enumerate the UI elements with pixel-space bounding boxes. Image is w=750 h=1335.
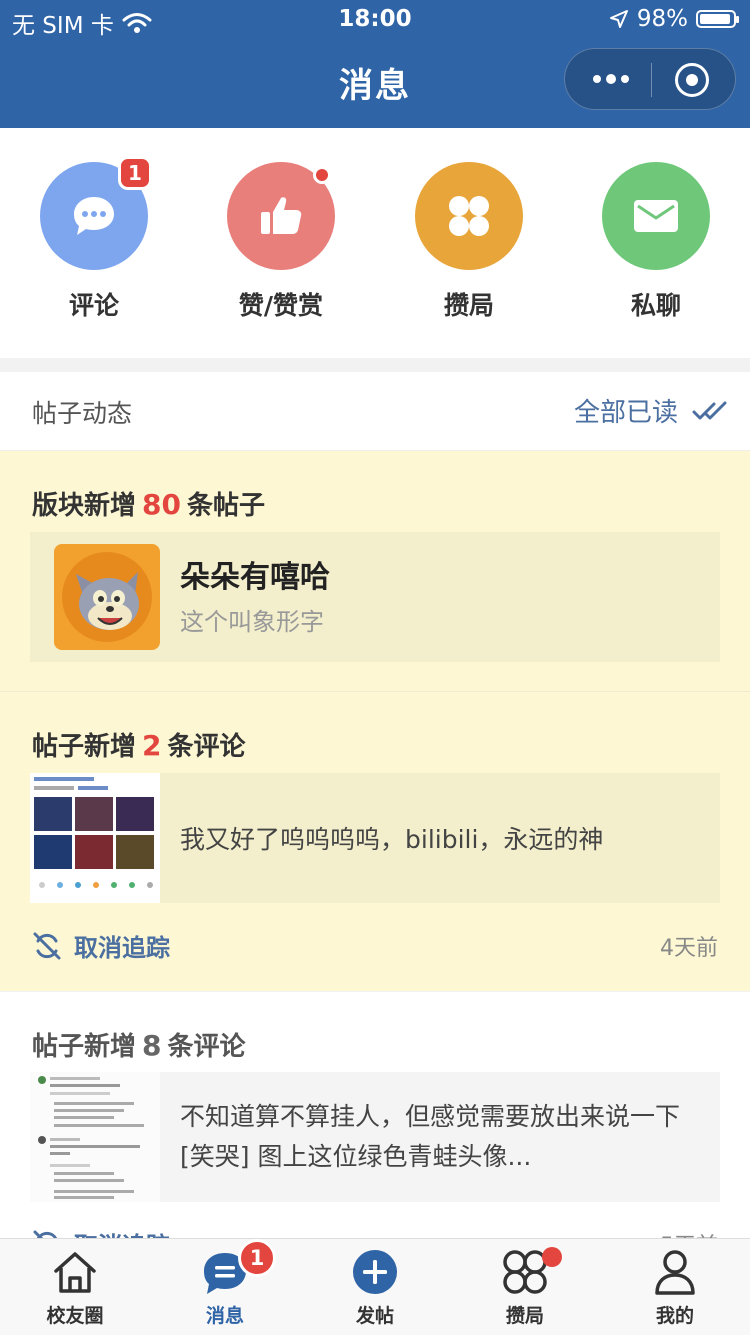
- board-name: 朵朵有嘻哈: [180, 560, 330, 595]
- card-title-suffix: 条评论: [167, 1032, 246, 1062]
- quick-item-likes[interactable]: 赞/赞赏: [227, 162, 335, 322]
- quick-item-gathering[interactable]: 攒局: [415, 162, 523, 322]
- comments-badge: 1: [118, 156, 152, 190]
- tab-gathering[interactable]: 攒局: [450, 1247, 600, 1328]
- battery-percent: 98%: [636, 6, 688, 32]
- capsule-divider: [651, 63, 652, 97]
- likes-circle: [227, 162, 335, 270]
- close-target-icon[interactable]: [675, 63, 709, 97]
- card-title-prefix: 帖子新增: [32, 1032, 137, 1062]
- untrack-sync-icon: [33, 932, 61, 959]
- card-title-suffix: 条帖子: [186, 491, 265, 521]
- post-preview-text: 不知道算不算挂人，但感觉需要放出来说一下[笑哭] 图上这位绿色青蛙头像...: [180, 1102, 681, 1171]
- board-desc: 这个叫象形字: [180, 608, 324, 636]
- card-title-prefix: 帖子新增: [32, 732, 137, 762]
- card-footer: 取消追踪 5天前: [32, 1226, 718, 1238]
- post-activity-header: 帖子动态 全部已读: [0, 372, 750, 451]
- chat-bubble-icon: [74, 197, 114, 235]
- more-icon[interactable]: [587, 59, 635, 99]
- tab-label: 消息: [205, 1305, 244, 1327]
- gathering-circle: [415, 162, 523, 270]
- top-header: 无 SIM 卡 18:00 98% 消息: [0, 0, 750, 128]
- mark-all-read-label: 全部已读: [573, 398, 678, 428]
- tab-me[interactable]: 我的: [600, 1247, 750, 1328]
- tab-messages[interactable]: 1 消息: [150, 1239, 300, 1328]
- post-preview-panel[interactable]: 我又好了呜呜呜呜，bilibili，永远的神: [30, 773, 720, 903]
- quick-label-private-chat: 私聊: [630, 291, 681, 320]
- card-title: 版块新增 80 条帖子: [32, 485, 265, 522]
- time-ago: 5天前: [660, 1228, 718, 1239]
- post-preview-text-wrap: 我又好了呜呜呜呜，bilibili，永远的神: [180, 773, 696, 903]
- card-title-prefix: 版块新增: [32, 491, 137, 521]
- card-count: 80: [142, 488, 181, 521]
- card-title: 帖子新增 8 条评论: [32, 1026, 246, 1063]
- location-arrow-icon: [609, 10, 628, 28]
- cat-cartoon-icon: [62, 552, 152, 642]
- post-new-comments-card-read[interactable]: 帖子新增 8 条评论 不知道算不算挂人，但感觉需要放出来说一下[笑哭] 图上这位绿色…: [0, 992, 750, 1238]
- tab-label: 我的: [655, 1305, 694, 1327]
- quick-label-likes: 赞/赞赏: [238, 291, 324, 320]
- post-preview-text: 我又好了呜呜呜呜，bilibili，永远的神: [180, 825, 604, 854]
- untrack-button[interactable]: 取消追踪: [32, 928, 170, 963]
- messages-tab-badge: 1: [238, 1239, 276, 1277]
- board-avatar: [54, 544, 160, 650]
- double-check-icon: [692, 401, 727, 419]
- status-bar: 无 SIM 卡 18:00 98%: [0, 0, 750, 40]
- quick-label-comments: 评论: [68, 291, 119, 320]
- card-title-suffix: 条评论: [167, 732, 246, 762]
- post-preview-text-wrap: 不知道算不算挂人，但感觉需要放出来说一下[笑哭] 图上这位绿色青蛙头像...: [180, 1072, 696, 1202]
- screenshot-thumbnail-image: [30, 773, 160, 903]
- untrack-sync-icon: [33, 1230, 58, 1238]
- comment-screenshot-thumbnail-image: [30, 1072, 160, 1202]
- board-new-posts-card[interactable]: 版块新增 80 条帖子 朵朵有嘻哈 这个叫象形字: [0, 451, 750, 691]
- section-title: 帖子动态: [32, 399, 133, 428]
- private-chat-circle: [602, 162, 710, 270]
- envelope-icon: [634, 200, 678, 232]
- likes-dot-badge: [313, 166, 331, 184]
- gathering-tab-dot: [542, 1247, 562, 1267]
- person-icon: [655, 1250, 695, 1295]
- plus-circle-icon: [353, 1250, 397, 1294]
- tab-label: 校友圈: [46, 1305, 104, 1327]
- quick-item-private-chat[interactable]: 私聊: [602, 162, 710, 322]
- quick-entry-row: 1 评论 赞/赞赏 攒局 私聊: [0, 128, 750, 358]
- card-title: 帖子新增 2 条评论: [32, 726, 246, 763]
- battery-icon: [696, 10, 739, 28]
- quick-label-gathering: 攒局: [443, 291, 494, 320]
- mini-program-capsule: [564, 48, 736, 110]
- tab-label: 发帖: [355, 1305, 394, 1327]
- card-footer: 取消追踪 4天前: [32, 928, 718, 963]
- post-preview-panel[interactable]: 不知道算不算挂人，但感觉需要放出来说一下[笑哭] 图上这位绿色青蛙头像...: [30, 1072, 720, 1202]
- time-ago: 4天前: [660, 935, 718, 961]
- quick-item-comments[interactable]: 1 评论: [40, 156, 152, 322]
- post-thumbnail: [30, 773, 160, 903]
- comments-circle: 1: [40, 156, 152, 270]
- card-count: 8: [142, 1029, 162, 1062]
- thumbs-up-icon: [261, 197, 302, 234]
- post-thumbnail: [30, 1072, 160, 1202]
- house-icon: [54, 1252, 96, 1293]
- mark-all-read-button[interactable]: 全部已读: [574, 392, 728, 429]
- tab-new-post[interactable]: 发帖: [300, 1247, 450, 1328]
- tab-alumni-circle[interactable]: 校友圈: [0, 1247, 150, 1328]
- tab-label: 攒局: [505, 1305, 544, 1327]
- board-preview-panel[interactable]: 朵朵有嘻哈 这个叫象形字: [30, 532, 720, 662]
- post-new-comments-card[interactable]: 帖子新增 2 条评论 我又好了呜呜呜呜，bilibili，永远的神 取消追踪 4…: [0, 691, 750, 991]
- untrack-label: 取消追踪: [74, 934, 170, 962]
- untrack-label: 取消追踪: [74, 1226, 170, 1238]
- bottom-tab-bar: 校友圈 1 消息 发帖 攒局 我的: [0, 1238, 750, 1335]
- card-count: 2: [142, 729, 162, 762]
- clover-icon: [449, 196, 489, 236]
- untrack-button[interactable]: 取消追踪: [32, 1226, 170, 1238]
